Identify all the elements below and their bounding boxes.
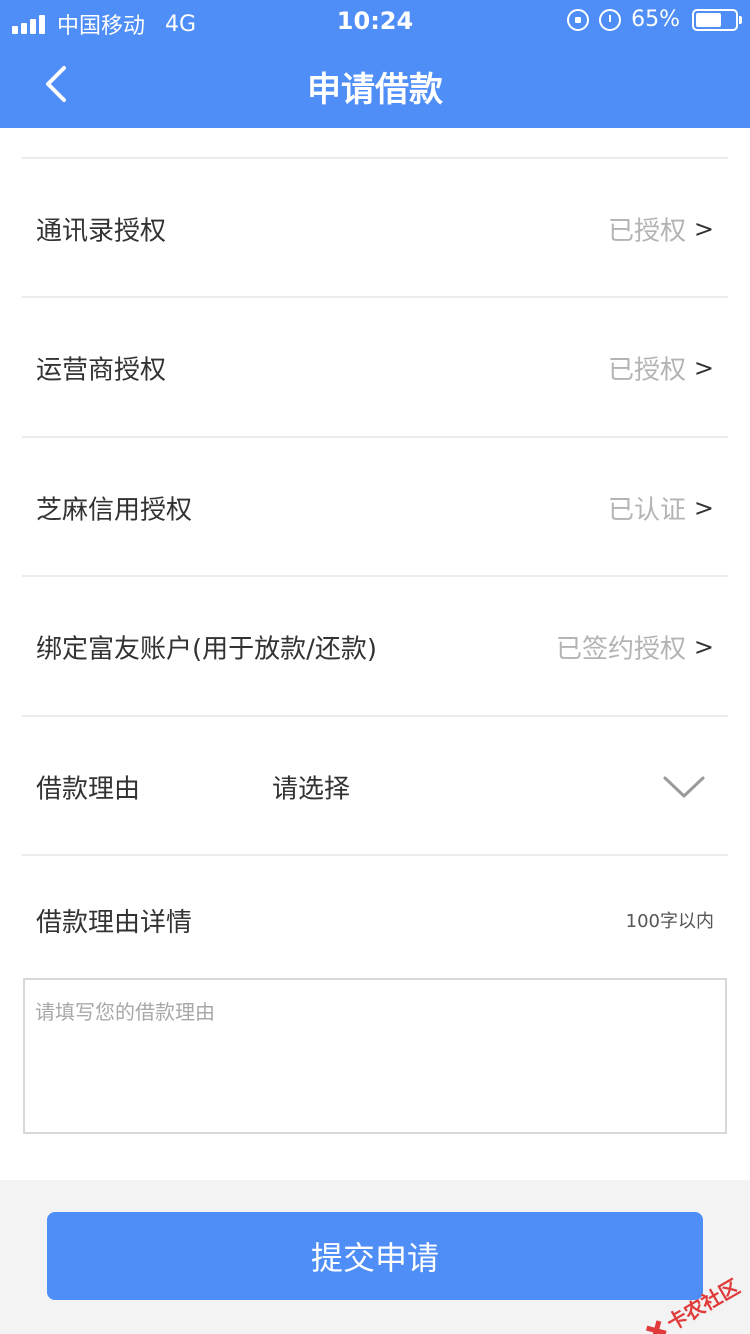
navigation-bar: 申请借款 (0, 40, 750, 128)
auth-item-status: 已授权 (607, 355, 686, 386)
divider (22, 436, 728, 438)
chevron-down-icon (663, 776, 705, 798)
reason-detail-input[interactable] (23, 978, 727, 1134)
battery-percent: 65% (631, 7, 680, 32)
chevron-right-icon: > (693, 633, 714, 661)
chevron-right-icon: > (693, 354, 714, 382)
chevron-right-icon: > (693, 494, 714, 522)
auth-item-label: 芝麻信用授权 (36, 495, 193, 526)
alarm-icon (599, 8, 622, 31)
page-title: 申请借款 (307, 70, 443, 110)
reason-label: 借款理由 (36, 774, 141, 805)
chevron-right-icon: > (693, 215, 714, 243)
reason-value: 请选择 (272, 774, 351, 805)
auth-item-status: 已认证 (607, 495, 686, 526)
auth-item-label: 通讯录授权 (36, 216, 167, 247)
auth-item-label: 运营商授权 (36, 355, 167, 386)
divider (22, 157, 728, 159)
battery-icon (692, 8, 742, 31)
status-right: 65% (567, 7, 742, 32)
divider (22, 296, 728, 298)
rotation-lock-icon (567, 8, 590, 31)
reason-detail-header: 借款理由详情 100字以内 (0, 856, 750, 976)
app-header: 中国移动 4G 10:24 65% 申请借款 (0, 0, 750, 128)
auth-item-status: 已授权 (607, 216, 686, 247)
submit-button[interactable]: 提交申请 (47, 1212, 703, 1300)
reason-detail-limit: 100字以内 (625, 911, 714, 932)
status-bar: 中国移动 4G 10:24 65% (0, 0, 750, 40)
reason-select[interactable]: 借款理由 请选择 (0, 718, 750, 856)
auth-item-sesame-credit[interactable]: 芝麻信用授权 已认证 > (0, 439, 750, 577)
auth-item-label: 绑定富友账户(用于放款/还款) (36, 634, 378, 665)
divider (22, 715, 728, 717)
auth-item-status: 已签约授权 (555, 634, 686, 665)
reason-detail-label: 借款理由详情 (36, 908, 193, 938)
auth-item-carrier[interactable]: 运营商授权 已授权 > (0, 299, 750, 437)
divider (22, 575, 728, 577)
auth-item-bind-account[interactable]: 绑定富友账户(用于放款/还款) 已签约授权 > (0, 578, 750, 716)
auth-item-contacts[interactable]: 通讯录授权 已授权 > (0, 160, 750, 298)
